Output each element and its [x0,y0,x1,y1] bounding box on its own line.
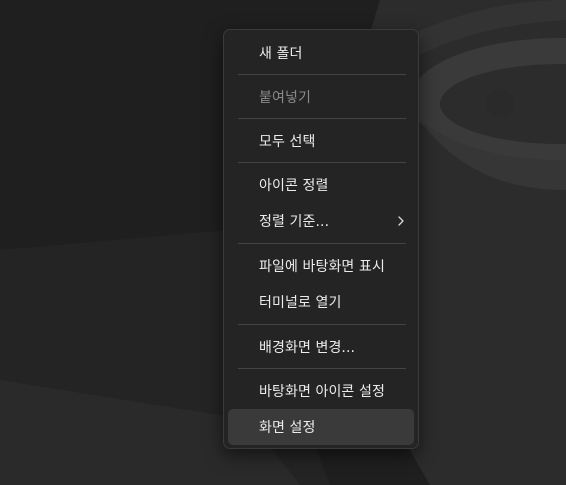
menu-item-label: 아이콘 정렬 [259,178,329,194]
menu-item-label: 터미널로 열기 [259,295,342,311]
menu-item-select-all[interactable]: 모두 선택 [228,123,414,159]
menu-item-new-folder[interactable]: 새 폴더 [228,35,414,71]
menu-item-label: 붙여넣기 [259,90,311,106]
menu-item-paste[interactable]: 붙여넣기 [228,79,414,115]
desktop[interactable]: 새 폴더 붙여넣기 모두 선택 아이콘 정렬 정렬 기준... 파일에 바탕화면… [0,0,566,485]
menu-item-sort-by[interactable]: 정렬 기준... [228,203,414,239]
menu-item-label: 화면 설정 [259,420,316,436]
menu-item-display-settings[interactable]: 화면 설정 [228,409,414,445]
menu-item-label: 모두 선택 [259,134,316,150]
menu-item-label: 파일에 바탕화면 표시 [259,259,385,275]
menu-item-label: 새 폴더 [259,46,303,62]
menu-separator [238,74,406,75]
desktop-context-menu: 새 폴더 붙여넣기 모두 선택 아이콘 정렬 정렬 기준... 파일에 바탕화면… [223,29,419,449]
menu-separator [238,368,406,369]
menu-separator [238,118,406,119]
menu-separator [238,243,406,244]
menu-item-open-in-terminal[interactable]: 터미널로 열기 [228,284,414,320]
menu-item-label: 바탕화면 아이콘 설정 [259,384,385,400]
menu-separator [238,162,406,163]
menu-item-desktop-icons-settings[interactable]: 바탕화면 아이콘 설정 [228,373,414,409]
menu-item-label: 정렬 기준... [259,214,330,230]
menu-item-change-background[interactable]: 배경화면 변경... [228,329,414,365]
menu-separator [238,324,406,325]
menu-item-label: 배경화면 변경... [259,340,356,356]
chevron-right-icon [398,216,404,226]
menu-item-show-desktop-in-files[interactable]: 파일에 바탕화면 표시 [228,248,414,284]
menu-item-arrange-icons[interactable]: 아이콘 정렬 [228,167,414,203]
